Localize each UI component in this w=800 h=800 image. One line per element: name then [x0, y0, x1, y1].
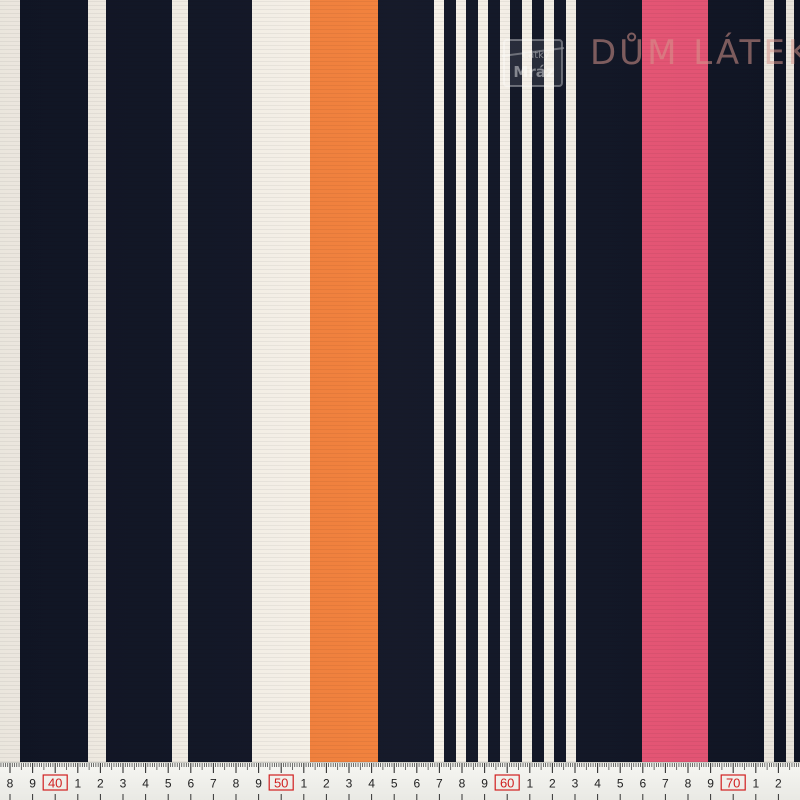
measuring-tape: 8 9 40 1 2 3 4 5 6 7 8 9 50 1 2 3 4 5 6 7 8 9 60 1 2 3 4 5 6 7 8 9 70 1 2 — [0, 762, 800, 800]
navy-stripe — [794, 0, 800, 762]
striped-fabric — [0, 0, 800, 762]
ruler-label: 8 — [685, 777, 692, 791]
ruler-label: 5 — [391, 777, 398, 791]
ruler-label: 9 — [255, 777, 262, 791]
cream-stripe — [456, 0, 466, 762]
ruler-label: 5 — [165, 777, 172, 791]
navy-stripe — [554, 0, 566, 762]
ruler-label: 1 — [74, 777, 81, 791]
cream-stripe — [500, 0, 510, 762]
dum-latek-watermark: DŮM LÁTEK.CZ — [590, 33, 800, 73]
navy-stripe — [444, 0, 456, 762]
ruler-label: 2 — [549, 777, 556, 791]
ruler-label: 9 — [707, 777, 714, 791]
ruler-label: 6 — [187, 777, 194, 791]
ruler-label: 4 — [368, 777, 375, 791]
navy-stripe — [708, 0, 764, 762]
ruler-label: 9 — [481, 777, 488, 791]
cream-stripe — [0, 0, 20, 762]
cream-stripe — [566, 0, 576, 762]
ruler-label: 3 — [120, 777, 127, 791]
navy-stripe — [378, 0, 434, 762]
pink-stripe — [642, 0, 708, 762]
ruler-label: 6 — [413, 777, 420, 791]
ruler-label: 8 — [7, 777, 14, 791]
ruler-label: 7 — [210, 777, 217, 791]
ruler-label: 1 — [526, 777, 533, 791]
cream-stripe — [764, 0, 774, 762]
ruler-label: 3 — [572, 777, 579, 791]
cream-stripe — [172, 0, 188, 762]
navy-stripe — [774, 0, 786, 762]
latky-mraz-logo: Látky Mráz — [501, 39, 565, 87]
ruler-label: 5 — [617, 777, 624, 791]
navy-stripe — [576, 0, 642, 762]
cream-stripe — [522, 0, 532, 762]
navy-stripe — [20, 0, 88, 762]
navy-stripe — [488, 0, 500, 762]
ruler-label: 2 — [775, 777, 782, 791]
navy-stripe — [188, 0, 252, 762]
navy-stripe — [466, 0, 478, 762]
ruler-label: 8 — [233, 777, 240, 791]
logo-text-bottom: Mráz — [513, 63, 554, 81]
navy-stripe — [532, 0, 544, 762]
cream-stripe — [544, 0, 554, 762]
cream-stripe — [434, 0, 444, 762]
navy-stripe — [510, 0, 522, 762]
ruler-label: 3 — [346, 777, 353, 791]
ruler-label: 4 — [594, 777, 601, 791]
ruler-scale: 8 9 40 1 2 3 4 5 6 7 8 9 50 1 2 3 4 5 6 7 8 9 60 1 2 3 4 5 6 7 8 9 70 1 2 — [0, 763, 800, 800]
fabric-photo: Látky Mráz DŮM LÁTEK.CZ 8 9 40 1 2 3 4 5 6 7 8 9 50 1 2… — [0, 0, 800, 800]
ruler-label: 8 — [459, 777, 466, 791]
logo-text-top: Látky — [523, 49, 550, 61]
ruler-label: 7 — [436, 777, 443, 791]
ruler-label: 1 — [752, 777, 759, 791]
navy-stripe — [106, 0, 172, 762]
ruler-label: 2 — [97, 777, 104, 791]
cream-stripe — [252, 0, 310, 762]
ruler-label: 50 — [274, 776, 288, 791]
ruler-label: 4 — [142, 777, 149, 791]
ruler-label: 70 — [726, 776, 740, 791]
ruler-label: 1 — [300, 777, 307, 791]
cream-stripe — [478, 0, 488, 762]
ruler-label: 6 — [639, 777, 646, 791]
cream-stripe — [88, 0, 106, 762]
ruler-label: 40 — [48, 776, 62, 791]
ruler-label: 2 — [323, 777, 330, 791]
ruler-label: 60 — [500, 776, 514, 791]
ruler-label: 7 — [662, 777, 669, 791]
ruler-label: 9 — [29, 777, 36, 791]
orange-stripe — [310, 0, 378, 762]
cream-stripe — [786, 0, 794, 762]
